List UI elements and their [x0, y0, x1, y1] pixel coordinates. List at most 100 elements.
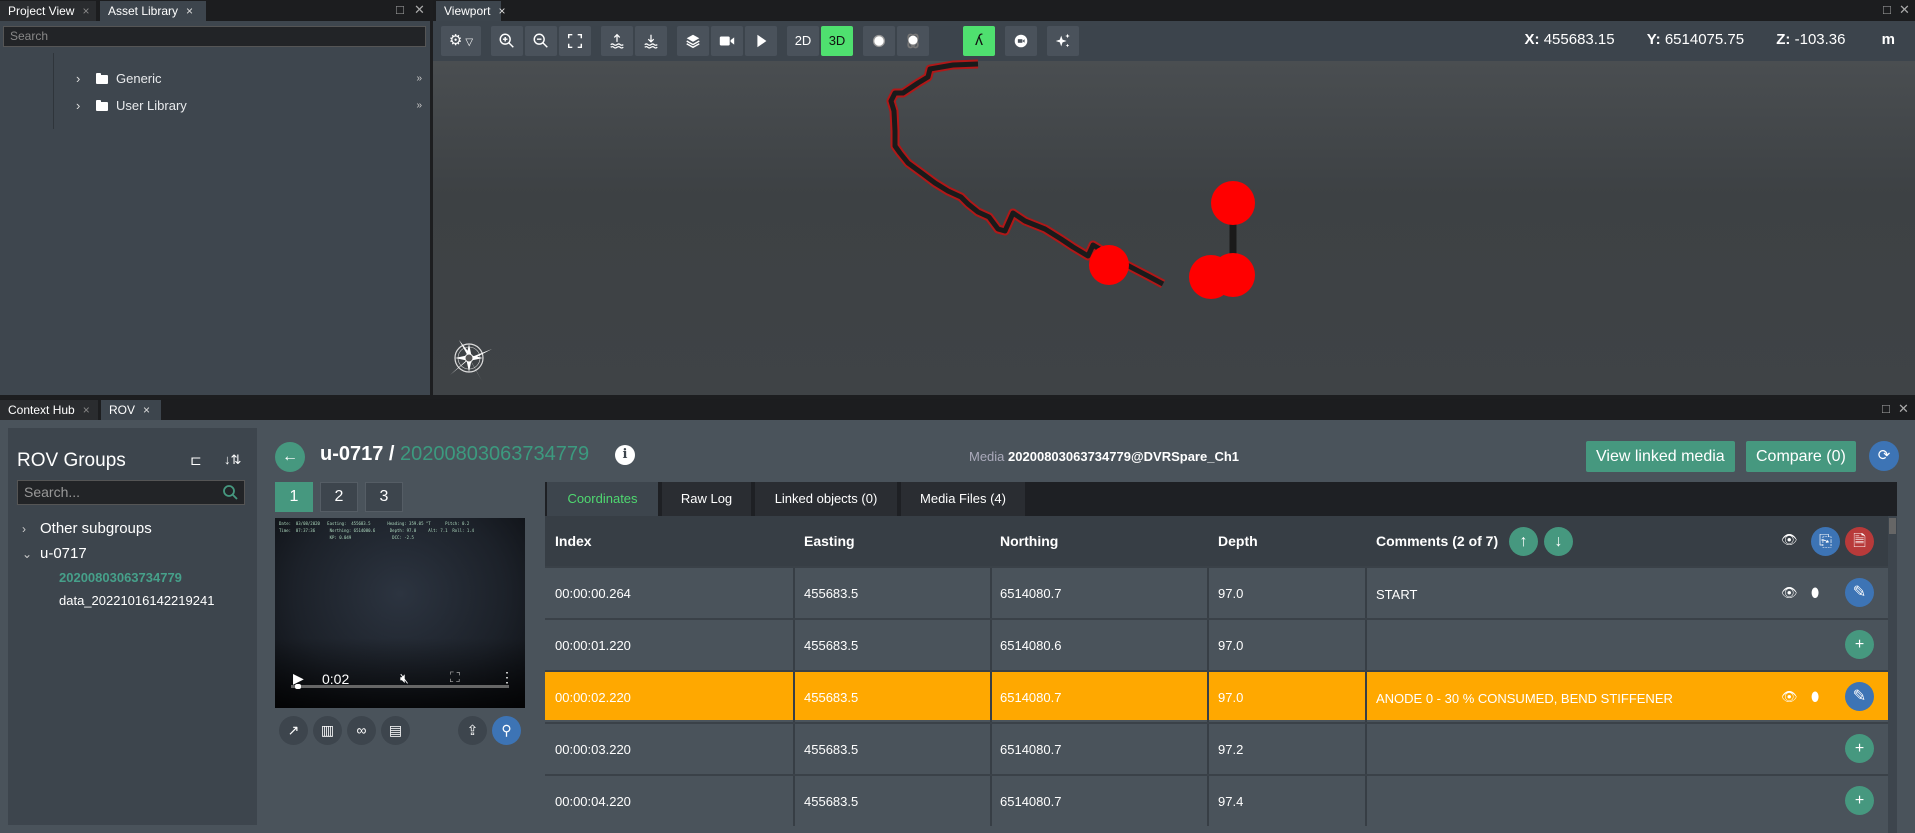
refresh-button[interactable]: ⟳	[1869, 441, 1899, 471]
fullscreen-icon[interactable]: ⛶	[450, 669, 460, 686]
viewport-3d[interactable]: ⚙ ▽ 2D 3D ʎ X: 455683.15 Y: 6514075.75 Z…	[433, 21, 1915, 395]
comment-marker[interactable]	[1211, 181, 1255, 225]
table-scrollbar[interactable]	[1888, 516, 1897, 833]
table-row[interactable]: 00:00:04.220 455683.5 6514080.7 97.4 +	[545, 774, 1888, 826]
asset-item-generic[interactable]: › Generic »	[76, 69, 426, 89]
view-linked-media-button[interactable]: View linked media	[1586, 441, 1735, 472]
col-easting[interactable]: Easting	[804, 533, 855, 549]
column-divider	[1207, 776, 1209, 826]
maximize-icon[interactable]: □	[1883, 2, 1891, 17]
add-comment-button[interactable]: +	[1845, 786, 1874, 815]
map-pin-icon[interactable]: ⬮	[1811, 585, 1819, 601]
page-button-2[interactable]: 2	[320, 482, 358, 512]
expand-all-icon[interactable]: »	[416, 69, 422, 89]
close-icon[interactable]: ×	[82, 4, 89, 18]
next-comment-button[interactable]: ↓	[1544, 527, 1573, 556]
cell-northing: 6514080.7	[1000, 690, 1062, 705]
close-icon[interactable]: ✕	[1899, 2, 1910, 18]
info-icon[interactable]: i	[615, 445, 635, 465]
chevron-right-icon[interactable]: ›	[22, 522, 40, 536]
expand-all-icon[interactable]: »	[416, 96, 422, 116]
tab-context-hub[interactable]: Context Hub ×	[0, 400, 98, 420]
group-tree-icon[interactable]: ⊏	[190, 452, 202, 469]
table-row[interactable]: 00:00:03.220 455683.5 6514080.7 97.2 +	[545, 722, 1888, 774]
dataset-item[interactable]: 20200803063734779	[59, 570, 182, 585]
col-northing[interactable]: Northing	[1000, 533, 1058, 549]
record-id: 20200803063734779	[400, 443, 590, 465]
group-u-0717[interactable]: ⌄ u-0717	[22, 545, 87, 562]
page-button-1[interactable]: 1	[275, 482, 313, 512]
maximize-icon[interactable]: □	[1882, 401, 1890, 416]
compass-icon[interactable]	[447, 333, 497, 383]
close-icon[interactable]: ×	[186, 4, 193, 18]
tab-label: Asset Library	[108, 4, 179, 18]
map-pin-icon[interactable]: ⬮	[1811, 689, 1819, 705]
tab-coordinates[interactable]: Coordinates	[547, 482, 660, 516]
chevron-right-icon[interactable]: ›	[76, 69, 90, 89]
table-header: Index Easting Northing Depth Comments (2…	[545, 516, 1888, 566]
maximize-icon[interactable]: □	[396, 2, 404, 17]
cell-easting: 455683.5	[804, 742, 859, 757]
dataset-item[interactable]: data_20221016142219241	[59, 593, 214, 608]
rov-groups-search-input[interactable]: Search...	[17, 480, 245, 505]
search-icon[interactable]	[222, 484, 238, 500]
eye-icon[interactable]: 👁︎	[1781, 689, 1798, 705]
video-progress-bar[interactable]	[291, 684, 509, 689]
edit-comment-button[interactable]: ✎	[1845, 578, 1874, 607]
edit-comment-button[interactable]: ✎	[1845, 682, 1874, 711]
table-row[interactable]: 00:00:01.220 455683.5 6514080.6 97.0 +	[545, 618, 1888, 670]
delete-comments-button[interactable]: 🗎︎	[1845, 527, 1874, 556]
video-player[interactable]: Date: 03/08/2020 Easting: 455683.5 Headi…	[275, 518, 525, 708]
prev-comment-button[interactable]: ↑	[1509, 527, 1538, 556]
add-comment-button[interactable]: +	[1845, 734, 1874, 763]
upload-button[interactable]: ⇪	[458, 716, 487, 745]
tab-viewport[interactable]: Viewport ×	[436, 1, 506, 21]
tab-project-view[interactable]: Project View ×	[0, 1, 96, 21]
table-row[interactable]: 00:00:02.220 455683.5 6514080.7 97.0 ANO…	[545, 670, 1888, 722]
table-row[interactable]: 00:00:00.264 455683.5 6514080.7 97.0 STA…	[545, 566, 1888, 618]
close-icon[interactable]: ×	[83, 403, 90, 417]
comment-marker[interactable]	[1211, 253, 1255, 297]
add-comment-button[interactable]: +	[1845, 630, 1874, 659]
back-button[interactable]: ←	[275, 442, 305, 472]
scrollbar-thumb[interactable]	[1889, 518, 1896, 534]
comment-marker[interactable]	[1089, 245, 1129, 285]
column-divider	[1365, 724, 1367, 774]
open-external-button[interactable]: ↗	[279, 716, 308, 745]
video-progress-handle[interactable]	[295, 684, 302, 689]
cell-northing: 6514080.7	[1000, 794, 1062, 809]
close-icon[interactable]: ✕	[414, 2, 425, 18]
close-icon[interactable]: ×	[498, 4, 505, 18]
tab-asset-library[interactable]: Asset Library ×	[100, 1, 206, 21]
tab-raw-log[interactable]: Raw Log	[662, 482, 753, 516]
map-icon: ▥	[320, 722, 335, 738]
col-depth[interactable]: Depth	[1218, 533, 1258, 549]
asset-search-input[interactable]: Search	[3, 26, 426, 47]
arrow-left-icon: ←	[282, 448, 298, 465]
tab-media-files[interactable]: Media Files (4)	[901, 482, 1027, 516]
group-other-subgroups[interactable]: › Other subgroups	[22, 520, 152, 537]
asset-item-label: Generic	[116, 71, 162, 86]
close-icon[interactable]: ✕	[1898, 401, 1909, 417]
tab-linked-objects[interactable]: Linked objects (0)	[755, 482, 899, 516]
coordinates-table: Index Easting Northing Depth Comments (2…	[545, 516, 1888, 833]
asset-item-user-library[interactable]: › User Library »	[76, 96, 426, 116]
close-icon[interactable]: ×	[143, 403, 150, 417]
eye-icon[interactable]: 👁︎	[1781, 585, 1798, 601]
eye-icon[interactable]: 👁︎	[1781, 532, 1798, 548]
chevron-down-icon[interactable]: ⌄	[22, 547, 40, 561]
gallery-button[interactable]: ▤	[381, 716, 410, 745]
map-button[interactable]: ▥	[313, 716, 342, 745]
cell-easting: 455683.5	[804, 690, 859, 705]
import-comments-button[interactable]: ⎘	[1811, 527, 1840, 556]
more-options-icon[interactable]: ⋮	[500, 669, 514, 686]
route-button[interactable]: ⚲	[492, 716, 521, 745]
page-button-3[interactable]: 3	[365, 482, 403, 512]
col-index[interactable]: Index	[555, 533, 592, 549]
sort-az-icon[interactable]: ↓⇅	[224, 452, 241, 468]
chevron-right-icon[interactable]: ›	[76, 96, 90, 116]
column-divider	[1207, 620, 1209, 670]
compare-button[interactable]: Compare (0)	[1746, 441, 1856, 472]
tab-rov[interactable]: ROV ×	[101, 400, 161, 420]
link-button[interactable]: ∞	[347, 716, 376, 745]
